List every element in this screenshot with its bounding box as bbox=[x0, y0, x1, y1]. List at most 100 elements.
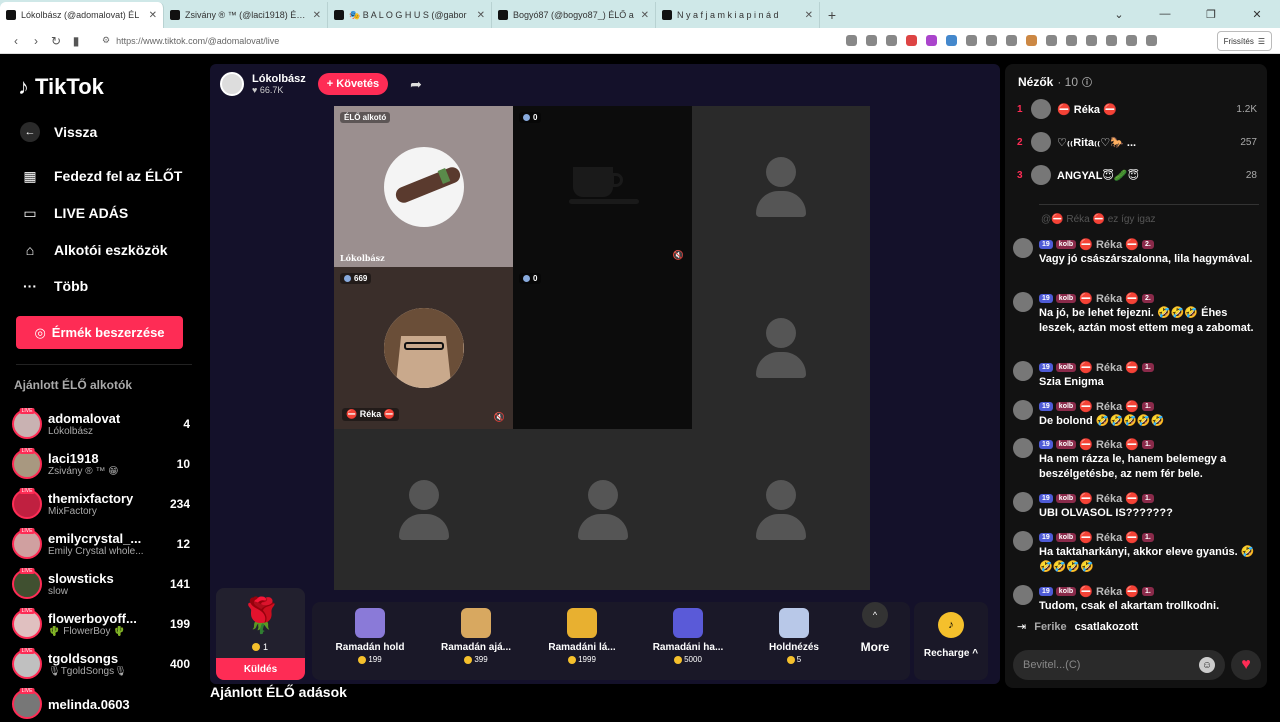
guest-slot[interactable]: 0 bbox=[513, 267, 692, 429]
avatar[interactable] bbox=[1013, 361, 1033, 381]
chat-username[interactable]: ⛔ Réka ⛔ bbox=[1079, 400, 1139, 413]
browser-tab[interactable]: Lókolbász (@adomalovat) ÉL ✕ bbox=[0, 2, 164, 28]
guest-slot[interactable] bbox=[334, 429, 513, 590]
guest-slot[interactable] bbox=[692, 429, 870, 590]
extension-icon[interactable] bbox=[1146, 35, 1157, 46]
close-icon[interactable]: ✕ bbox=[477, 10, 485, 21]
browser-tab[interactable]: N y a f j a m k i a p i n á d ✕ bbox=[656, 2, 820, 28]
chat-username[interactable]: ⛔ Réka ⛔ bbox=[1079, 238, 1139, 251]
sidebar-item-explore-live[interactable]: ▦ Fedezd fel az ÉLŐT bbox=[20, 166, 182, 186]
reload-icon[interactable]: ↻ bbox=[46, 34, 66, 48]
close-icon[interactable]: ✕ bbox=[805, 10, 813, 21]
chat-username[interactable]: ⛔ Réka ⛔ bbox=[1079, 438, 1139, 451]
guest-slot[interactable] bbox=[692, 106, 870, 267]
extension-icon[interactable] bbox=[966, 35, 977, 46]
guest-slot[interactable]: 0 🔇 bbox=[513, 106, 692, 267]
extension-icon[interactable] bbox=[946, 35, 957, 46]
extension-icon[interactable] bbox=[1126, 35, 1137, 46]
refresh-update-button[interactable]: Frissítés ☰ bbox=[1216, 31, 1272, 51]
shield-icon[interactable] bbox=[906, 35, 917, 46]
browser-tab[interactable]: 🎭 B A L O G H U S (@gabor ✕ bbox=[328, 2, 492, 28]
sidebar-icon[interactable] bbox=[1106, 35, 1117, 46]
extension-icon[interactable] bbox=[1006, 35, 1017, 46]
zoom-icon[interactable] bbox=[866, 35, 877, 46]
share-icon[interactable] bbox=[886, 35, 897, 46]
host-avatar[interactable] bbox=[220, 72, 244, 96]
sidebar-item-creator-tools[interactable]: ⌂ Alkotói eszközök bbox=[20, 240, 168, 260]
sidebar-item-live-studio[interactable]: ▭ LIVE ADÁS bbox=[20, 203, 128, 223]
back-arrow-icon[interactable]: ‹ bbox=[6, 34, 26, 48]
avatar[interactable] bbox=[1013, 238, 1033, 258]
gift-item[interactable]: Ramadáni lá... 1999 bbox=[532, 608, 632, 664]
rose-gift[interactable]: 🌹 1 Küldés bbox=[216, 588, 305, 680]
more-gifts-button[interactable]: ^ More bbox=[850, 602, 900, 654]
new-tab-button[interactable]: + bbox=[820, 2, 844, 28]
sidebar-item-more[interactable]: ··· Több bbox=[20, 276, 88, 296]
chat-username[interactable]: ⛔ Réka ⛔ bbox=[1079, 292, 1139, 305]
creator-item[interactable]: LIVE themixfactory MixFactory 234 bbox=[12, 486, 190, 522]
gift-item[interactable]: Ramadán hold 199 bbox=[320, 608, 420, 664]
extension-icon[interactable] bbox=[1026, 35, 1037, 46]
info-icon[interactable]: ⓘ bbox=[1082, 74, 1092, 89]
gift-item[interactable]: Ramadán ajá... 399 bbox=[426, 608, 526, 664]
avatar[interactable] bbox=[1013, 531, 1033, 551]
person-head bbox=[408, 479, 439, 510]
creator-item[interactable]: LIVE adomalovat Lókolbász 4 bbox=[12, 406, 190, 442]
share-icon[interactable]: ➦ bbox=[410, 76, 422, 93]
guest-slot[interactable] bbox=[513, 429, 692, 590]
forward-arrow-icon[interactable]: › bbox=[26, 34, 46, 48]
creator-item[interactable]: LIVE laci1918 Zsivány ® ™ 😁 10 bbox=[12, 446, 190, 482]
creator-item[interactable]: LIVE slowsticks slow 141 bbox=[12, 566, 190, 602]
back-link[interactable]: ← Vissza bbox=[20, 122, 97, 142]
emoji-icon[interactable]: ☺ bbox=[1199, 657, 1215, 673]
extension-icon[interactable] bbox=[1066, 35, 1077, 46]
bookmark-icon[interactable]: ▮ bbox=[66, 34, 86, 48]
tiktok-logo[interactable]: ♪ TikTok bbox=[18, 74, 104, 100]
guest-slot[interactable]: ÉLŐ alkotó Lókolbász bbox=[334, 106, 513, 267]
chat-username[interactable]: ⛔ Réka ⛔ bbox=[1079, 361, 1139, 374]
get-coins-button[interactable]: ◎ Érmék beszerzése bbox=[16, 316, 183, 349]
chevron-down-icon[interactable]: ⌄ bbox=[1096, 0, 1142, 28]
avatar[interactable] bbox=[1013, 585, 1033, 605]
chat-input[interactable]: Bevitel...(C) ☺ bbox=[1013, 650, 1225, 680]
chat-username[interactable]: ⛔ Réka ⛔ bbox=[1079, 531, 1139, 544]
creator-item[interactable]: LIVE tgoldsongs 🎙TgoldSongs🎙 400 bbox=[12, 646, 190, 682]
top-viewer-row[interactable]: 1 ⛔ Réka ⛔ 1.2K bbox=[1017, 97, 1257, 121]
browser-tab[interactable]: Zsivány ® ™ (@laci1918) ÉLŐ adás ✕ bbox=[164, 2, 328, 28]
extension-icon[interactable] bbox=[926, 35, 937, 46]
chat-message-header: 19 kolb ⛔ Réka ⛔ 1. bbox=[1039, 400, 1259, 413]
music-icon[interactable] bbox=[1086, 35, 1097, 46]
avatar[interactable] bbox=[1013, 400, 1033, 420]
extension-icon[interactable] bbox=[986, 35, 997, 46]
puzzle-icon[interactable] bbox=[1046, 35, 1057, 46]
send-gift-button[interactable]: Küldés bbox=[216, 658, 305, 680]
gift-item[interactable]: Ramadáni ha... 5000 bbox=[638, 608, 738, 664]
avatar[interactable] bbox=[1013, 492, 1033, 512]
close-icon[interactable]: ✕ bbox=[313, 10, 321, 21]
creator-item[interactable]: LIVE melinda.0603 bbox=[12, 686, 190, 722]
chat-username[interactable]: ⛔ Réka ⛔ bbox=[1079, 492, 1139, 505]
url-field[interactable]: ⚙ https://www.tiktok.com/@adomalovat/liv… bbox=[96, 31, 836, 51]
creator-item[interactable]: LIVE emilycrystal_... Emily Crystal whole.… bbox=[12, 526, 190, 562]
site-settings-icon[interactable]: ⚙ bbox=[102, 35, 110, 46]
close-icon[interactable]: ✕ bbox=[641, 10, 649, 21]
host-name[interactable]: Lókolbász bbox=[252, 73, 306, 85]
close-icon[interactable]: ✕ bbox=[1234, 0, 1280, 28]
chat-username[interactable]: ⛔ Réka ⛔ bbox=[1079, 585, 1139, 598]
avatar[interactable] bbox=[1013, 292, 1033, 312]
guest-slot[interactable] bbox=[692, 267, 870, 429]
follow-button[interactable]: + Követés bbox=[317, 73, 389, 95]
top-viewer-row[interactable]: 3 ANGYAL😇🥒😇 28 bbox=[1017, 163, 1257, 187]
close-icon[interactable]: ✕ bbox=[149, 10, 157, 21]
top-viewer-row[interactable]: 2 ♡₍₍Rita₍₍♡🐎 ... 257 bbox=[1017, 130, 1257, 154]
heart-like-button[interactable]: ♥ bbox=[1231, 650, 1261, 680]
gift-item[interactable]: Holdnézés 5 bbox=[744, 608, 844, 664]
recharge-button[interactable]: ♪ Recharge ^ bbox=[914, 602, 988, 680]
guest-slot[interactable]: 669 ⛔ Réka ⛔ 🔇 bbox=[334, 267, 513, 429]
extension-icon[interactable] bbox=[846, 35, 857, 46]
maximize-icon[interactable]: ❐ bbox=[1188, 0, 1234, 28]
minimize-icon[interactable]: — bbox=[1142, 0, 1188, 28]
creator-item[interactable]: LIVE flowerboyoff... 🌵 FlowerBoy 🌵 199 bbox=[12, 606, 190, 642]
avatar[interactable] bbox=[1013, 438, 1033, 458]
browser-tab[interactable]: Bogyó87 (@bogyo87_) ÉLŐ a ✕ bbox=[492, 2, 656, 28]
